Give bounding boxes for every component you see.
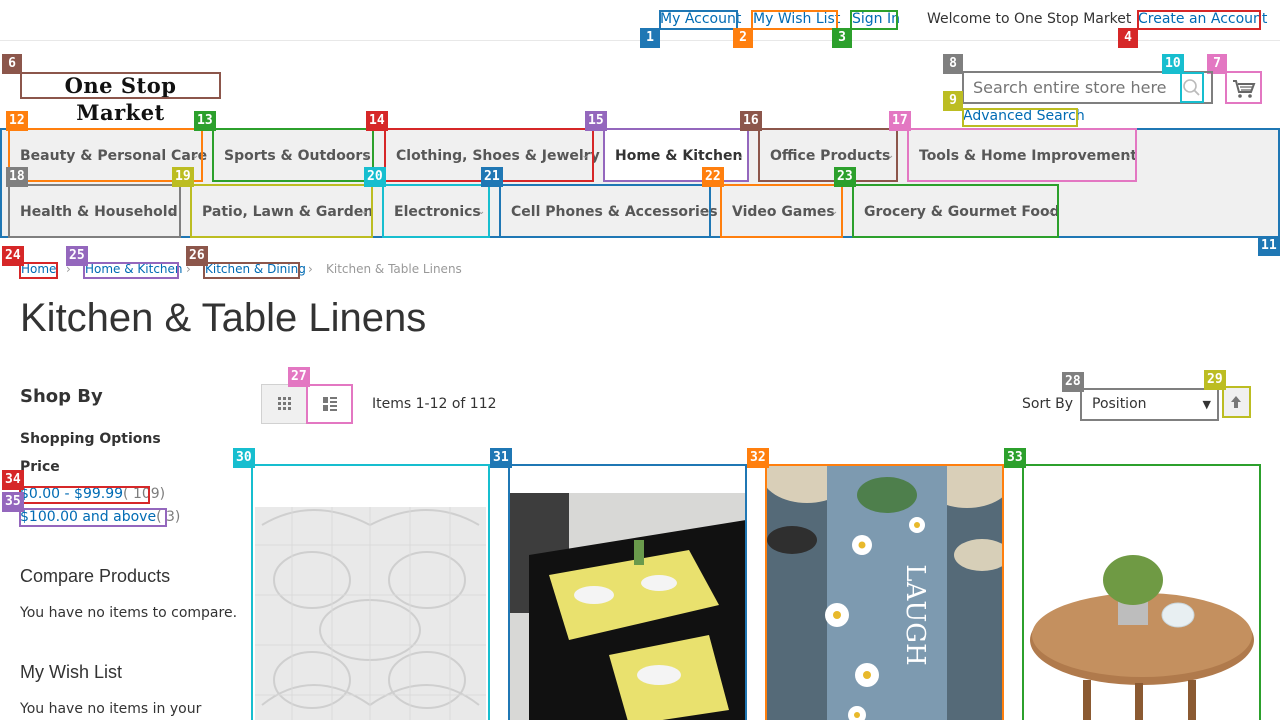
som-label: 13: [194, 111, 216, 131]
som-label: 14: [366, 111, 388, 131]
som-box: [1137, 10, 1261, 30]
som-label: 17: [889, 111, 911, 131]
som-label: 27: [288, 367, 310, 387]
som-box: [1022, 464, 1261, 720]
som-box: [907, 128, 1137, 182]
som-box: [1180, 72, 1204, 103]
som-box: [8, 184, 181, 238]
som-box: [19, 262, 58, 279]
chevron-right-icon: ›: [308, 262, 313, 276]
som-box: [852, 184, 1059, 238]
grid-icon: [278, 397, 291, 410]
som-box: [962, 71, 1213, 104]
som-box: [720, 184, 843, 238]
shop-by-heading: Shop By: [20, 386, 103, 407]
sort-by-label: Sort By: [1022, 396, 1074, 412]
som-box: [382, 184, 490, 238]
som-label: 23: [834, 167, 856, 187]
som-label: 24: [2, 246, 24, 266]
som-label: 12: [6, 111, 28, 131]
som-label: 16: [740, 111, 762, 131]
som-label: 9: [943, 91, 963, 111]
som-box: [306, 384, 353, 424]
som-label: 18: [6, 167, 28, 187]
som-label: 29: [1204, 370, 1226, 390]
som-box: [659, 10, 738, 30]
som-box: [212, 128, 374, 182]
page-title: Kitchen & Table Linens: [20, 296, 427, 340]
som-label: 35: [2, 492, 24, 512]
som-label: 6: [2, 54, 22, 74]
som-label: 33: [1004, 448, 1026, 468]
som-label: 4: [1118, 28, 1138, 48]
som-label: 21: [481, 167, 503, 187]
compare-products-heading: Compare Products: [20, 566, 171, 586]
som-label: 22: [702, 167, 724, 187]
som-box: [83, 262, 179, 279]
som-label: 25: [66, 246, 88, 266]
som-label: 30: [233, 448, 255, 468]
som-label: 31: [490, 448, 512, 468]
som-label: 8: [943, 54, 963, 74]
som-box: [499, 184, 711, 238]
som-box: [1080, 388, 1219, 421]
som-label: 19: [172, 167, 194, 187]
som-box: [508, 464, 747, 720]
wishlist-heading: My Wish List: [20, 662, 123, 682]
som-box: [962, 108, 1078, 127]
som-box: [1225, 71, 1262, 104]
som-label: 1: [640, 28, 660, 48]
som-box: [751, 10, 838, 30]
som-box: [19, 486, 150, 504]
som-box: [850, 10, 898, 30]
welcome-message: Welcome to One Stop Market: [927, 11, 1132, 27]
wishlist-empty-text: You have no items in your: [20, 701, 202, 717]
som-box: [20, 72, 221, 99]
som-label: 32: [747, 448, 769, 468]
compare-empty-text: You have no items to compare.: [20, 605, 238, 621]
som-box: [190, 184, 373, 238]
som-box: [203, 262, 300, 279]
breadcrumb-current: Kitchen & Table Linens: [326, 262, 462, 276]
som-label: 3: [832, 28, 852, 48]
som-label: 10: [1162, 54, 1184, 74]
som-box: [1222, 386, 1251, 418]
som-box: [603, 128, 749, 182]
som-label: 34: [2, 470, 24, 490]
grid-view-button[interactable]: [261, 384, 307, 424]
som-label: 2: [733, 28, 753, 48]
som-box: [19, 508, 167, 527]
som-label: 28: [1062, 372, 1084, 392]
som-label: 26: [186, 246, 208, 266]
som-label: 11: [1258, 236, 1280, 256]
som-box: [758, 128, 898, 182]
shopping-options-heading: Shopping Options: [20, 431, 161, 447]
som-box: [765, 464, 1004, 720]
price-filter-title: Price: [20, 459, 60, 475]
som-label: 20: [364, 167, 386, 187]
toolbar-amount: Items 1-12 of 112: [372, 396, 497, 412]
som-box: [251, 464, 490, 720]
som-label: 15: [585, 111, 607, 131]
